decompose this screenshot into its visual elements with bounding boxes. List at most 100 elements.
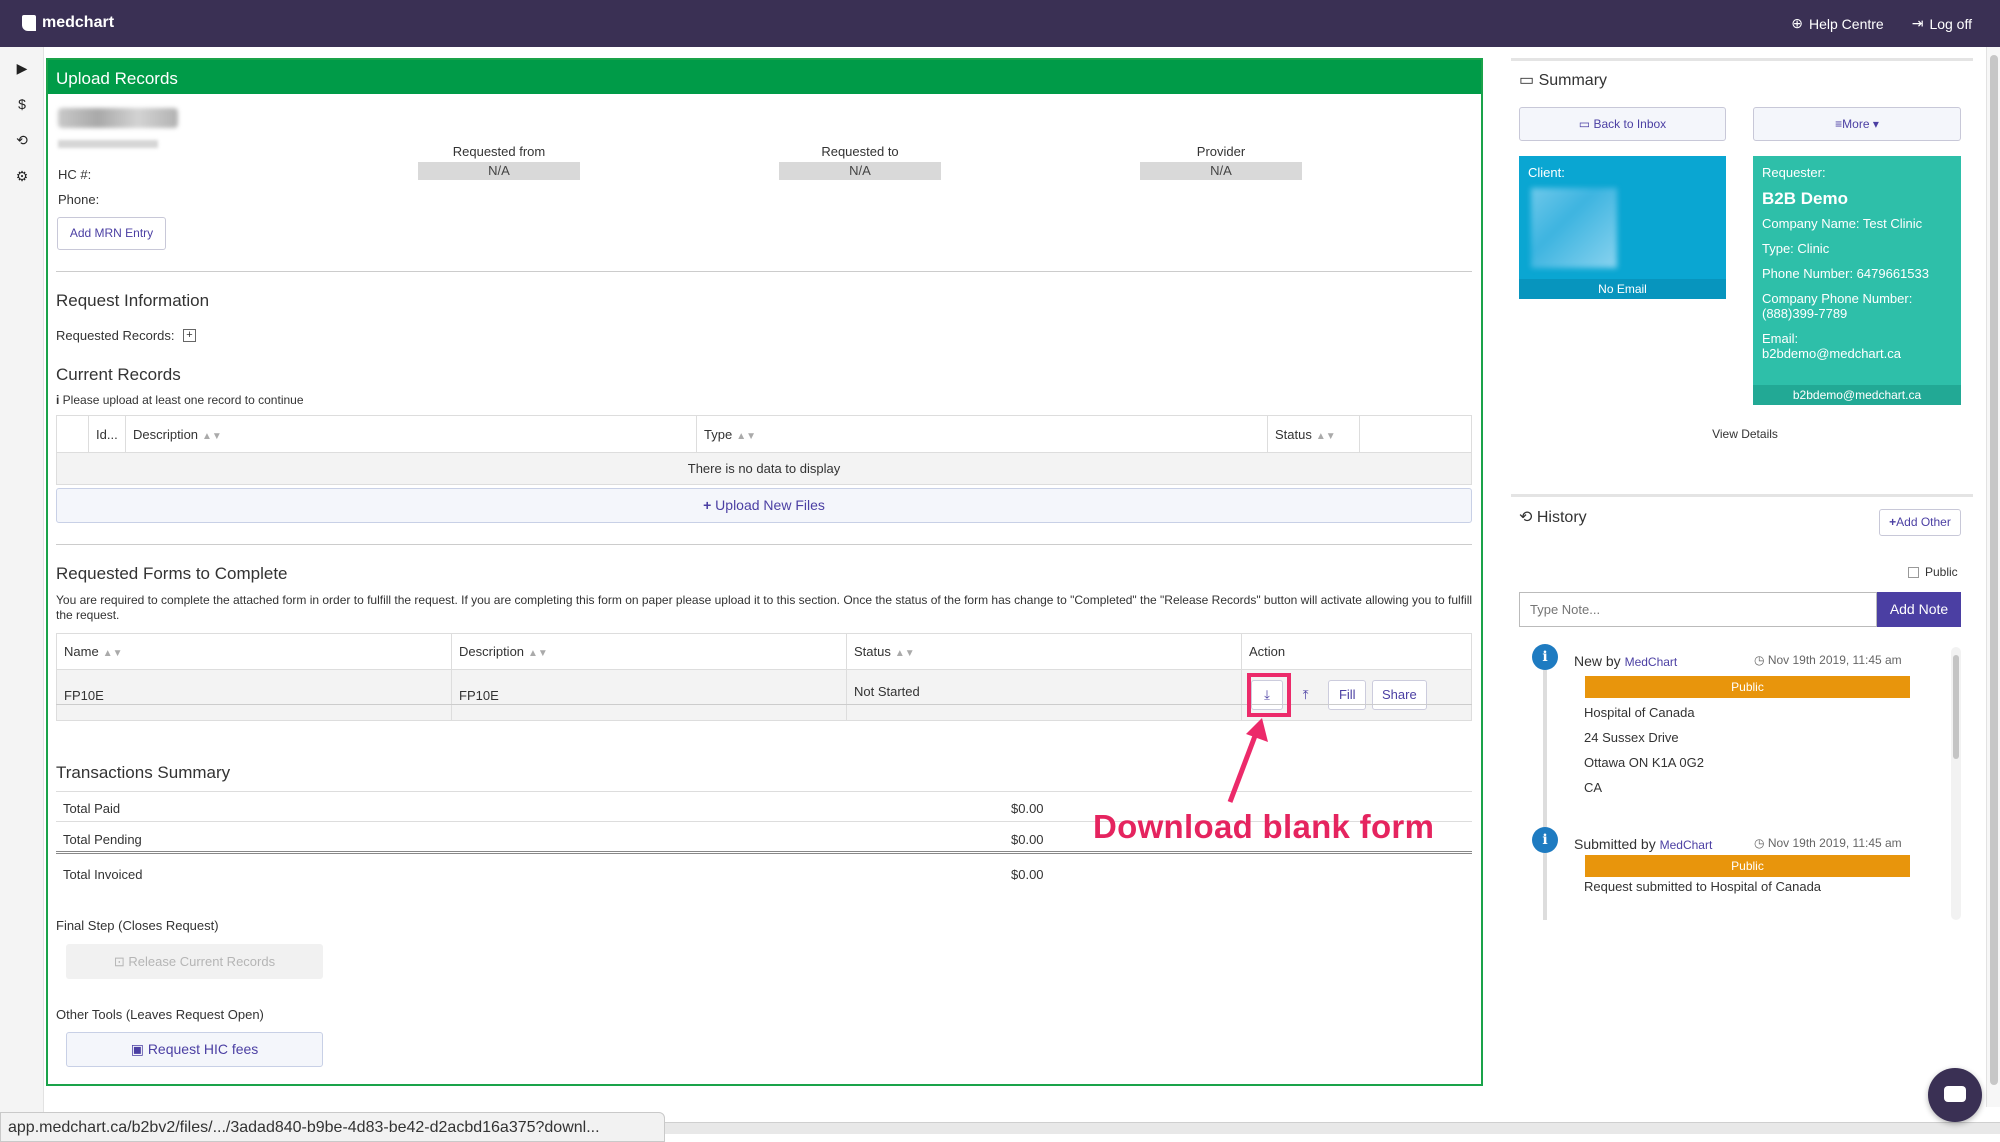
brand-logo[interactable]: medchart — [22, 14, 114, 32]
history-action: New by — [1574, 653, 1621, 669]
history-icon: ⟲ — [1519, 509, 1537, 526]
page-scroll-thumb[interactable] — [1990, 55, 1998, 1085]
brand-name: medchart — [42, 14, 115, 31]
lifebuoy-icon: ⊕ — [1791, 15, 1803, 31]
public-checkbox[interactable] — [1908, 566, 1919, 578]
provider-label: Provider — [1196, 144, 1246, 159]
page-scrollbar[interactable] — [1986, 47, 2000, 1107]
back-to-inbox-label: Back to Inbox — [1593, 117, 1667, 131]
requester-phone: Phone Number: 6479661533 — [1762, 266, 1929, 281]
requested-to-label: Requested to — [821, 144, 899, 159]
history-action: Submitted by — [1574, 836, 1656, 852]
add-mrn-button[interactable]: Add MRN Entry — [57, 217, 166, 250]
phone-label: Phone: — [58, 192, 100, 207]
clock-icon: ◷ — [1754, 836, 1768, 850]
total-invoiced-row: Total Invoiced $0.00 — [56, 858, 1472, 889]
history-line: CA — [1584, 780, 1603, 795]
column-header-status[interactable]: Status ▲▼ — [1267, 415, 1360, 453]
total-paid-label: Total Paid — [63, 801, 121, 816]
column-type-label: Type — [704, 426, 733, 442]
history-author-link[interactable]: MedChart — [1625, 655, 1678, 669]
info-icon: i — [1532, 827, 1558, 853]
back-to-inbox-button[interactable]: ▭ Back to Inbox — [1519, 107, 1726, 141]
column-header-actions — [1359, 415, 1472, 453]
horizontal-scrollbar[interactable] — [665, 1122, 2000, 1134]
release-current-records-button[interactable]: ⊡ Release Current Records — [66, 944, 323, 979]
form-name-cell: FP10E — [56, 669, 452, 721]
inbox-icon: ▭ — [1578, 117, 1594, 131]
column-header-description[interactable]: Description ▲▼ — [125, 415, 697, 453]
requester-email-label: Email: — [1762, 331, 1799, 346]
upload-note-text: Please upload at least one record to con… — [62, 393, 304, 407]
history-timestamp: ◷ Nov 19th 2019, 11:45 am — [1754, 653, 1902, 667]
history-item-title: Submitted by MedChart — [1574, 836, 1712, 852]
info-icon: i — [56, 393, 63, 407]
column-header-status[interactable]: Status ▲▼ — [846, 633, 1242, 670]
sort-icon: ▲▼ — [528, 648, 548, 659]
panel-title: Upload Records — [48, 60, 1481, 94]
requested-from-field: Requested from N/A — [418, 144, 580, 180]
chat-bubble-icon[interactable] — [1928, 1068, 1982, 1122]
empty-table-message: There is no data to display — [56, 452, 1472, 485]
upload-new-files-button[interactable]: + Upload New Files — [56, 488, 1472, 523]
add-other-button[interactable]: +Add Other — [1879, 509, 1961, 536]
help-centre-link[interactable]: ⊕ Help Centre — [1791, 15, 1883, 32]
provider-field: Provider N/A — [1140, 144, 1302, 180]
public-label: Public — [1925, 565, 1958, 579]
history-icon[interactable]: ⟲ — [0, 129, 44, 151]
requester-card: Requester: B2B Demo Company Name: Test C… — [1753, 156, 1961, 405]
requested-from-value: N/A — [418, 162, 580, 180]
summary-panel: ▭ Summary ▭ Back to Inbox ≡More ▾ Client… — [1511, 58, 1973, 471]
requester-footer-email: b2bdemo@medchart.ca — [1753, 385, 1961, 405]
client-email: No Email — [1519, 279, 1726, 299]
history-scroll-thumb[interactable] — [1953, 655, 1959, 759]
gear-icon[interactable]: ⚙ — [0, 165, 44, 187]
summary-title: Summary — [1538, 72, 1608, 89]
release-label: Release Current Records — [128, 954, 276, 969]
history-time: Nov 19th 2019, 11:45 am — [1767, 653, 1902, 667]
upload-icon[interactable]: ⤒ — [1290, 680, 1322, 710]
forms-description: You are required to complete the attache… — [56, 593, 1473, 622]
column-header-id[interactable]: Id... — [88, 415, 126, 453]
fill-form-button[interactable]: Fill — [1328, 680, 1367, 710]
column-id-label: Id... — [96, 426, 118, 442]
column-description-label: Description — [459, 644, 525, 659]
more-dropdown-button[interactable]: ≡More ▾ — [1753, 107, 1961, 141]
log-off-link[interactable]: ⇥ Log off — [1912, 15, 1972, 32]
history-line: Hospital of Canada — [1584, 705, 1695, 720]
dollar-icon[interactable]: $ — [0, 93, 44, 115]
more-label: More — [1842, 117, 1870, 131]
column-header-type[interactable]: Type ▲▼ — [696, 415, 1268, 453]
request-information-heading: Request Information — [56, 291, 210, 310]
current-records-heading: Current Records — [56, 365, 181, 384]
top-navbar: medchart ⊕ Help Centre ⇥ Log off — [0, 0, 2000, 47]
provider-value: N/A — [1140, 162, 1302, 180]
column-header-description[interactable]: Description ▲▼ — [451, 633, 847, 670]
caret-down-icon: ▾ — [1869, 117, 1879, 131]
requested-records-label: Requested Records: — [56, 328, 175, 343]
play-icon[interactable]: ▶ — [0, 57, 44, 79]
request-hic-fees-button[interactable]: ▣ Request HIC fees — [66, 1032, 323, 1067]
final-step-label: Final Step (Closes Request) — [56, 918, 219, 933]
medchart-logo-icon — [22, 15, 36, 31]
folder-icon: ▭ — [1519, 72, 1539, 89]
column-status-label: Status — [854, 644, 891, 659]
expand-plus-icon[interactable]: + — [183, 329, 196, 342]
divider — [56, 544, 1472, 545]
clock-icon: ◷ — [1754, 653, 1768, 667]
history-line: 24 Sussex Drive — [1584, 730, 1679, 745]
history-author-link[interactable]: MedChart — [1660, 838, 1713, 852]
note-input[interactable] — [1519, 592, 1877, 627]
upload-records-panel: Upload Records HC #: Phone: Add MRN Entr… — [46, 58, 1483, 1086]
share-form-button[interactable]: Share — [1371, 680, 1427, 710]
total-invoiced-amount: $0.00 — [1011, 867, 1044, 882]
view-details-link[interactable]: View Details — [1705, 427, 1785, 441]
divider — [56, 271, 1472, 272]
total-invoiced-label: Total Invoiced — [63, 867, 143, 882]
add-note-button[interactable]: Add Note — [1877, 592, 1961, 627]
column-header-name[interactable]: Name ▲▼ — [56, 633, 452, 670]
form-status-cell: Not Started — [846, 669, 1242, 721]
other-tools-label: Other Tools (Leaves Request Open) — [56, 1007, 264, 1022]
history-scrollbar[interactable] — [1951, 647, 1961, 920]
sort-icon: ▲▼ — [102, 648, 123, 659]
